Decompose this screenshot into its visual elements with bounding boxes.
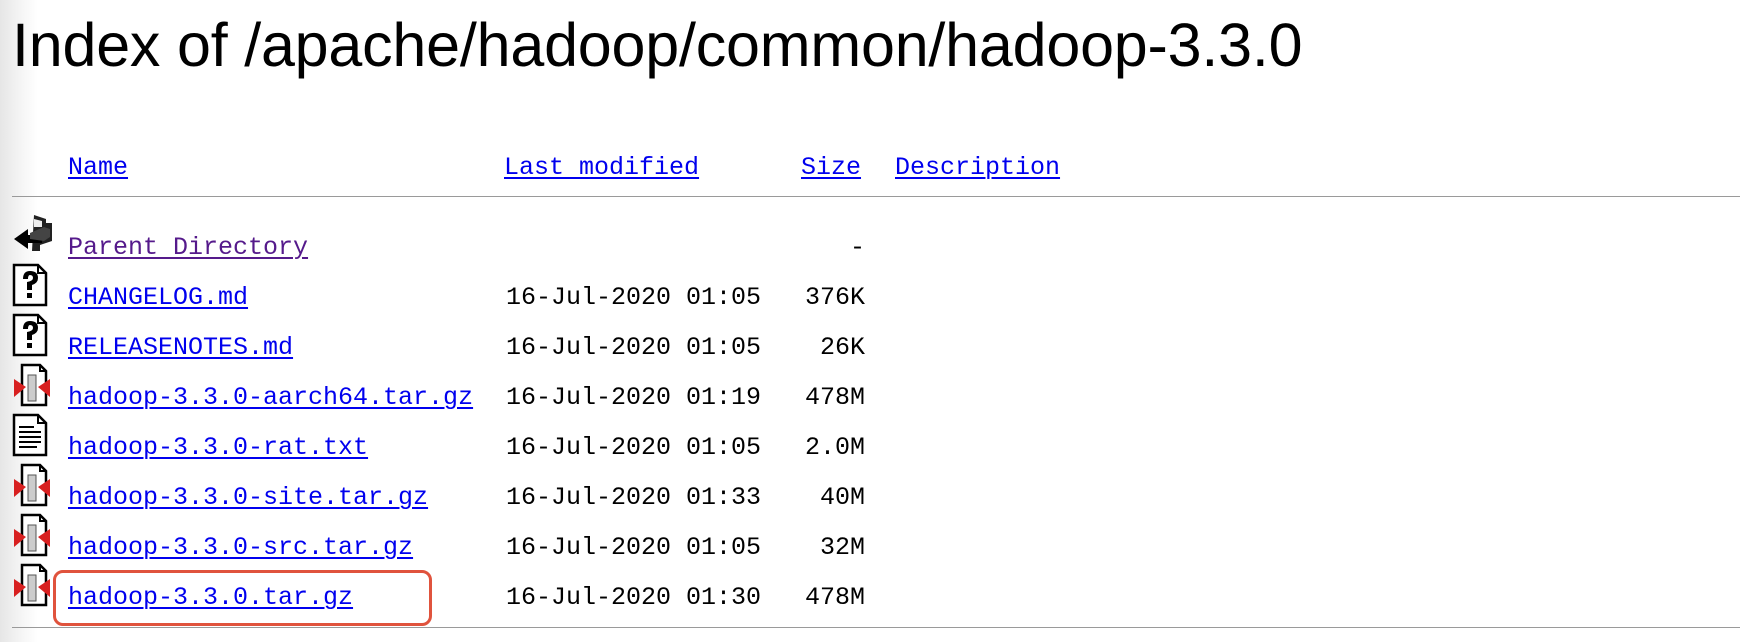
- column-header-last-modified[interactable]: Last modified: [504, 153, 699, 182]
- column-header-size-cell: Size: [801, 153, 861, 183]
- list-item-name-cell: hadoop-3.3.0-aarch64.tar.gz: [68, 383, 473, 413]
- text-file-icon: [12, 413, 50, 457]
- footer-divider: [12, 627, 1740, 628]
- table-row: hadoop-3.3.0-src.tar.gz 16-Jul-2020 01:0…: [0, 513, 1740, 563]
- column-header-description-cell: Description: [895, 153, 1060, 183]
- last-modified-date: 16-Jul-2020 01:05: [506, 333, 762, 362]
- last-modified-date: 16-Jul-2020 01:30: [506, 583, 762, 612]
- file-link-site-tarball[interactable]: hadoop-3.3.0-site.tar.gz: [68, 483, 428, 512]
- highlight-box: [53, 570, 432, 626]
- column-header-size[interactable]: Size: [801, 153, 861, 182]
- page-title: Index of /apache/hadoop/common/hadoop-3.…: [12, 11, 1303, 79]
- table-row: hadoop-3.3.0-site.tar.gz 16-Jul-2020 01:…: [0, 463, 1740, 513]
- compressed-file-icon: [12, 563, 50, 607]
- parent-directory-link[interactable]: Parent Directory: [68, 233, 308, 262]
- file-link-releasenotes[interactable]: RELEASENOTES.md: [68, 333, 293, 362]
- unknown-file-icon: [12, 263, 50, 307]
- back-arrow-icon: [12, 213, 52, 257]
- list-item-name-cell: RELEASENOTES.md: [68, 333, 293, 363]
- compressed-file-icon: [12, 463, 50, 507]
- file-link-changelog[interactable]: CHANGELOG.md: [68, 283, 248, 312]
- list-item-name-cell: hadoop-3.3.0-rat.txt: [68, 433, 368, 463]
- compressed-file-icon: [12, 513, 50, 557]
- last-modified-date: 16-Jul-2020 01:33: [506, 483, 762, 512]
- list-item-name-cell: Parent Directory: [68, 233, 308, 263]
- last-modified-date: 16-Jul-2020 01:05: [506, 433, 762, 462]
- column-header-description[interactable]: Description: [895, 153, 1060, 182]
- list-item-name-cell: hadoop-3.3.0-src.tar.gz: [68, 533, 413, 563]
- column-header-name-cell: Name: [68, 153, 128, 183]
- file-size: 478M: [804, 383, 865, 412]
- table-row: Parent Directory -: [0, 213, 1740, 263]
- file-link-rat-txt[interactable]: hadoop-3.3.0-rat.txt: [68, 433, 368, 462]
- table-row: RELEASENOTES.md 16-Jul-2020 01:05 26K: [0, 313, 1740, 363]
- file-size: 32M: [819, 533, 865, 562]
- file-size: 26K: [819, 333, 865, 362]
- last-modified-date: 16-Jul-2020 01:05: [506, 283, 762, 312]
- file-size: 40M: [819, 483, 865, 512]
- last-modified-date: 16-Jul-2020 01:05: [506, 533, 762, 562]
- table-row: hadoop-3.3.0-rat.txt 16-Jul-2020 01:05 2…: [0, 413, 1740, 463]
- table-row: CHANGELOG.md 16-Jul-2020 01:05 376K: [0, 263, 1740, 313]
- file-link-aarch64-tarball[interactable]: hadoop-3.3.0-aarch64.tar.gz: [68, 383, 473, 412]
- last-modified-date: 16-Jul-2020 01:19: [506, 383, 762, 412]
- header-divider: [12, 196, 1740, 197]
- unknown-file-icon: [12, 313, 50, 357]
- list-item-name-cell: hadoop-3.3.0-site.tar.gz: [68, 483, 428, 513]
- file-size: -: [849, 233, 865, 262]
- compressed-file-icon: [12, 363, 50, 407]
- file-size: 478M: [804, 583, 865, 612]
- column-header-name[interactable]: Name: [68, 153, 128, 182]
- list-item-name-cell: CHANGELOG.md: [68, 283, 248, 313]
- file-size: 2.0M: [804, 433, 865, 462]
- column-header-last-modified-cell: Last modified: [504, 153, 699, 183]
- file-size: 376K: [804, 283, 865, 312]
- table-row: hadoop-3.3.0-aarch64.tar.gz 16-Jul-2020 …: [0, 363, 1740, 413]
- file-link-src-tarball[interactable]: hadoop-3.3.0-src.tar.gz: [68, 533, 413, 562]
